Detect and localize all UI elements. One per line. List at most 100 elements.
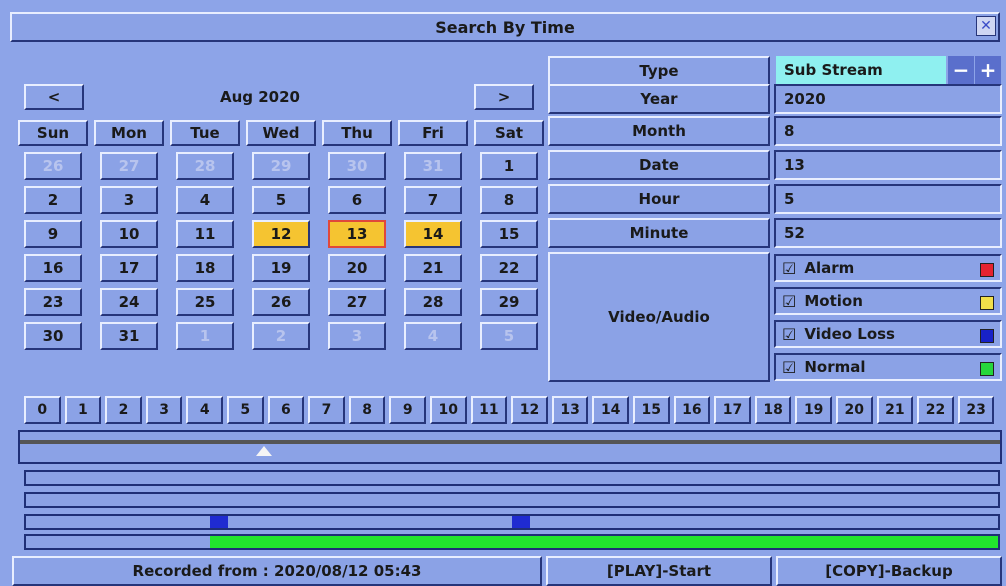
close-icon[interactable]: ✕ <box>976 16 996 36</box>
next-month-button[interactable]: > <box>474 84 534 110</box>
play-start-hint[interactable]: [PLAY]-Start <box>546 556 772 586</box>
plus-button[interactable]: + <box>975 56 1001 84</box>
calendar-day[interactable]: 8 <box>480 186 538 214</box>
time-cursor-icon[interactable] <box>256 446 272 456</box>
calendar-day[interactable]: 6 <box>328 186 386 214</box>
calendar-day[interactable]: 30 <box>328 152 386 180</box>
calendar-day[interactable]: 7 <box>404 186 462 214</box>
hour-tick-9[interactable]: 9 <box>389 396 426 424</box>
timeline-channel-3 <box>24 514 1000 530</box>
calendar-day[interactable]: 15 <box>480 220 538 248</box>
hour-value[interactable]: 5 <box>774 184 1002 214</box>
calendar-day[interactable]: 14 <box>404 220 462 248</box>
hour-tick-23[interactable]: 23 <box>957 396 995 424</box>
hour-tick-17[interactable]: 17 <box>714 396 751 424</box>
hour-tick-5[interactable]: 5 <box>227 396 264 424</box>
calendar-day[interactable]: 26 <box>24 152 82 180</box>
calendar-day[interactable]: 29 <box>480 288 538 316</box>
hour-tick-16[interactable]: 16 <box>673 396 711 424</box>
type-label: Type <box>548 56 770 86</box>
calendar-day[interactable]: 24 <box>100 288 158 316</box>
hour-tick-15[interactable]: 15 <box>633 396 670 424</box>
date-value[interactable]: 13 <box>774 150 1002 180</box>
minus-button[interactable]: − <box>948 56 974 84</box>
month-label: Month <box>548 116 770 146</box>
calendar-day[interactable]: 28 <box>176 152 234 180</box>
event-color-swatch <box>980 296 994 310</box>
calendar-day[interactable]: 17 <box>100 254 158 282</box>
weekday-header-tue: Tue <box>170 120 240 146</box>
calendar-day[interactable]: 11 <box>176 220 234 248</box>
hour-tick-12[interactable]: 12 <box>511 396 548 424</box>
calendar-day[interactable]: 3 <box>328 322 386 350</box>
calendar-day[interactable]: 16 <box>24 254 82 282</box>
calendar-day[interactable]: 31 <box>404 152 462 180</box>
calendar-day[interactable]: 3 <box>100 186 158 214</box>
hour-tick-18[interactable]: 18 <box>754 396 792 424</box>
calendar-day[interactable]: 27 <box>328 288 386 316</box>
event-filter-motion[interactable]: ☑ Motion <box>774 287 1002 315</box>
hour-tick-21[interactable]: 21 <box>876 396 914 424</box>
year-value[interactable]: 2020 <box>774 84 1002 114</box>
hour-tick-3[interactable]: 3 <box>145 396 183 424</box>
hour-tick-13[interactable]: 13 <box>551 396 589 424</box>
calendar-day[interactable]: 4 <box>176 186 234 214</box>
month-value[interactable]: 8 <box>774 116 1002 146</box>
hour-tick-20[interactable]: 20 <box>836 396 873 424</box>
calendar-day[interactable]: 29 <box>252 152 310 180</box>
checkbox-icon[interactable]: ☑ <box>782 358 796 377</box>
calendar-day[interactable]: 18 <box>176 254 234 282</box>
event-filter-alarm[interactable]: ☑ Alarm <box>774 254 1002 282</box>
hour-tick-14[interactable]: 14 <box>592 396 629 424</box>
calendar-day[interactable]: 2 <box>252 322 310 350</box>
calendar-day[interactable]: 1 <box>480 152 538 180</box>
hour-tick-22[interactable]: 22 <box>917 396 954 424</box>
timeline-track[interactable] <box>18 430 1002 464</box>
hour-tick-10[interactable]: 10 <box>430 396 467 424</box>
calendar-day[interactable]: 9 <box>24 220 82 248</box>
hour-tick-8[interactable]: 8 <box>348 396 386 424</box>
calendar-day[interactable]: 30 <box>24 322 82 350</box>
hour-tick-4[interactable]: 4 <box>186 396 223 424</box>
prev-month-button[interactable]: < <box>24 84 84 110</box>
calendar-day[interactable]: 22 <box>480 254 538 282</box>
copy-backup-hint[interactable]: [COPY]-Backup <box>776 556 1002 586</box>
hour-tick-19[interactable]: 19 <box>795 396 832 424</box>
calendar-day[interactable]: 26 <box>252 288 310 316</box>
event-filter-normal[interactable]: ☑ Normal <box>774 353 1002 381</box>
calendar-day[interactable]: 5 <box>252 186 310 214</box>
calendar-day[interactable]: 1 <box>176 322 234 350</box>
video-audio-label: Video/Audio <box>548 252 770 382</box>
hour-tick-0[interactable]: 0 <box>24 396 61 424</box>
calendar-day[interactable]: 27 <box>100 152 158 180</box>
hour-tick-1[interactable]: 1 <box>64 396 102 424</box>
event-filter-label: Alarm <box>804 259 855 277</box>
calendar-day[interactable]: 23 <box>24 288 82 316</box>
hour-tick-2[interactable]: 2 <box>105 396 142 424</box>
calendar-day[interactable]: 21 <box>404 254 462 282</box>
type-value[interactable]: Sub Stream <box>776 56 946 84</box>
weekday-header-wed: Wed <box>246 120 316 146</box>
calendar-day[interactable]: 13 <box>328 220 386 248</box>
checkbox-icon[interactable]: ☑ <box>782 325 796 344</box>
hour-tick-6[interactable]: 6 <box>267 396 305 424</box>
calendar-day[interactable]: 4 <box>404 322 462 350</box>
timeline-channel-4 <box>24 534 1000 550</box>
checkbox-icon[interactable]: ☑ <box>782 259 796 278</box>
calendar-day[interactable]: 2 <box>24 186 82 214</box>
calendar-day[interactable]: 31 <box>100 322 158 350</box>
event-filter-label: Motion <box>804 292 863 310</box>
calendar-day[interactable]: 5 <box>480 322 538 350</box>
minute-value[interactable]: 52 <box>774 218 1002 248</box>
hour-tick-11[interactable]: 11 <box>470 396 508 424</box>
calendar-day[interactable]: 19 <box>252 254 310 282</box>
calendar-day[interactable]: 28 <box>404 288 462 316</box>
calendar-day[interactable]: 12 <box>252 220 310 248</box>
calendar-day[interactable]: 25 <box>176 288 234 316</box>
plus-icon: + <box>979 58 997 82</box>
calendar-day[interactable]: 20 <box>328 254 386 282</box>
event-filter-video-loss[interactable]: ☑ Video Loss <box>774 320 1002 348</box>
checkbox-icon[interactable]: ☑ <box>782 292 796 311</box>
hour-tick-7[interactable]: 7 <box>308 396 345 424</box>
calendar-day[interactable]: 10 <box>100 220 158 248</box>
